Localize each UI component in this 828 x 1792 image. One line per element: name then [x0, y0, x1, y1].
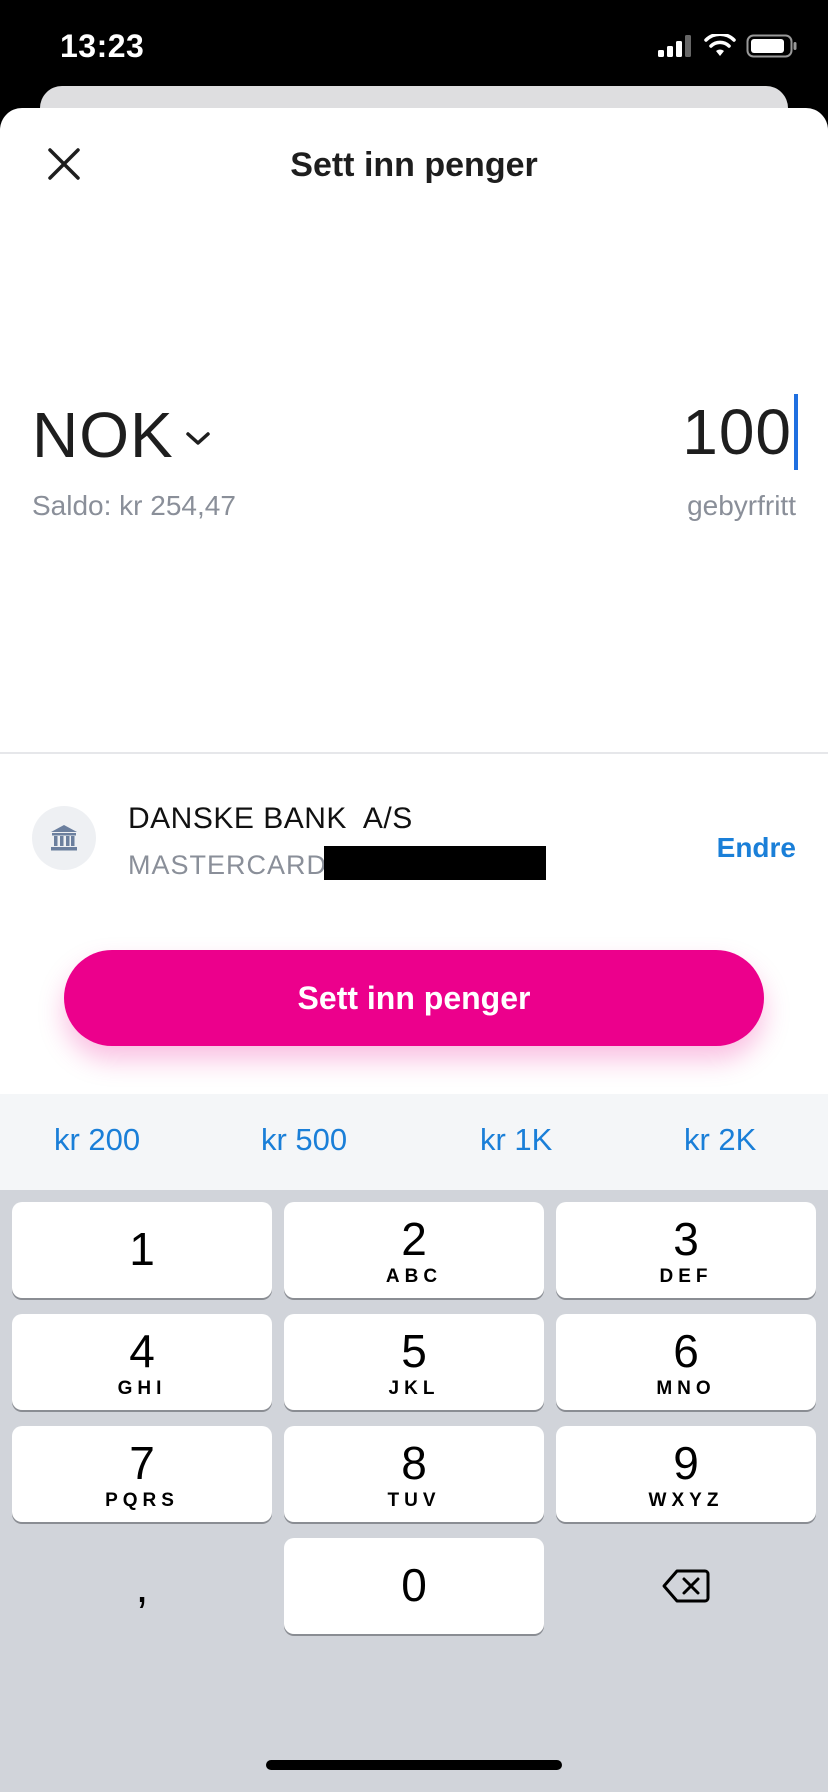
key-letters: TUV [387, 1490, 441, 1511]
key-letters: ABC [385, 1266, 443, 1287]
bank-name: DANSKE BANK A/S [128, 802, 413, 835]
comma-label: , [135, 1560, 149, 1612]
key-delete[interactable] [556, 1538, 816, 1634]
key-letters: DEF [659, 1266, 713, 1287]
key-digit: 3 [673, 1213, 699, 1265]
home-indicator [266, 1760, 562, 1770]
balance-text: Saldo: kr 254,47 [32, 490, 236, 521]
bank-icon [32, 806, 96, 870]
battery-icon [746, 34, 797, 58]
page-title: Sett inn penger [290, 146, 538, 184]
key-digit: 2 [401, 1213, 427, 1265]
cellular-signal-icon [658, 35, 691, 57]
quick-amount-500[interactable]: kr 500 [261, 1122, 347, 1158]
key-comma[interactable]: , [12, 1538, 272, 1634]
bank-building-icon [51, 825, 77, 851]
key-3[interactable]: 3 DEF [556, 1202, 816, 1298]
key-digit: 8 [401, 1437, 427, 1489]
key-letters: WXYZ [648, 1490, 724, 1511]
key-digit: 0 [401, 1559, 427, 1611]
status-bar: 13:23 [0, 0, 828, 100]
key-7[interactable]: 7 PQRS [12, 1426, 272, 1522]
payment-method-row: DANSKE BANK A/S MASTERCARD Endre [0, 754, 828, 904]
wifi-icon [704, 34, 736, 56]
key-1[interactable]: 1 [12, 1202, 272, 1298]
fee-note: gebyrfritt [687, 490, 796, 521]
key-4[interactable]: 4 GHI [12, 1314, 272, 1410]
status-time: 13:23 [60, 28, 145, 64]
redacted-card-number [324, 846, 546, 880]
key-letters: MNO [656, 1378, 716, 1399]
quick-amount-bar: kr 200 kr 500 kr 1K kr 2K [0, 1094, 828, 1190]
key-letters: PQRS [105, 1490, 179, 1511]
key-digit: 1 [129, 1223, 155, 1275]
quick-amount-2k[interactable]: kr 2K [684, 1122, 756, 1158]
change-payment-link[interactable]: Endre [717, 832, 796, 864]
chevron-down-icon [185, 432, 210, 445]
key-2[interactable]: 2 ABC [284, 1202, 544, 1298]
key-digit: 5 [401, 1325, 427, 1377]
status-icons [658, 34, 798, 58]
key-5[interactable]: 5 JKL [284, 1314, 544, 1410]
deposit-sheet: Sett inn penger NOK Saldo: kr 254,47 100… [0, 108, 828, 1792]
key-digit: 4 [129, 1325, 155, 1377]
key-digit: 7 [129, 1437, 155, 1489]
key-8[interactable]: 8 TUV [284, 1426, 544, 1522]
currency-code: NOK [32, 399, 174, 471]
currency-selector[interactable]: NOK [32, 398, 212, 472]
card-type: MASTERCARD [128, 850, 328, 880]
key-digit: 6 [673, 1325, 699, 1377]
key-letters: GHI [117, 1378, 167, 1399]
amount-value: 100 [682, 396, 792, 468]
numeric-keypad: 1 2 ABC 3 DEF 4 GHI 5 JKL 6 MNO 7 PQRS 8… [0, 1190, 828, 1792]
key-9[interactable]: 9 WXYZ [556, 1426, 816, 1522]
backspace-icon [662, 1569, 710, 1603]
quick-amount-1k[interactable]: kr 1K [480, 1122, 552, 1158]
key-0[interactable]: 0 [284, 1538, 544, 1634]
text-caret [794, 394, 798, 470]
key-6[interactable]: 6 MNO [556, 1314, 816, 1410]
key-letters: JKL [388, 1378, 440, 1399]
deposit-button[interactable]: Sett inn penger [64, 950, 764, 1046]
key-digit: 9 [673, 1437, 699, 1489]
quick-amount-200[interactable]: kr 200 [54, 1122, 140, 1158]
amount-input[interactable]: 100 [682, 394, 798, 470]
